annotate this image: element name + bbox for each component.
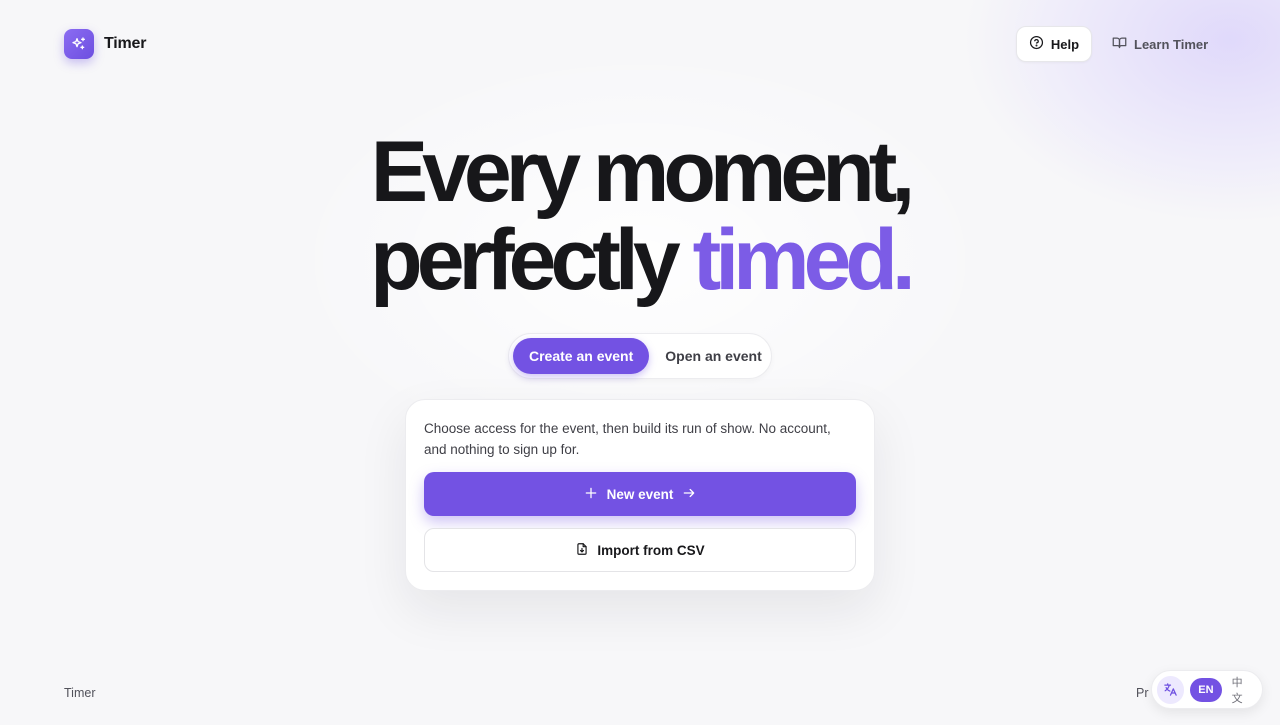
hero-heading: Every moment, perfectly timed. <box>0 128 1280 304</box>
footer-link[interactable]: Pr <box>1136 686 1149 700</box>
tab-create-event[interactable]: Create an event <box>513 338 650 374</box>
create-event-card: Choose access for the event, then build … <box>405 399 875 591</box>
help-button[interactable]: Help <box>1016 26 1092 62</box>
learn-timer-button[interactable]: Learn Timer <box>1102 26 1218 62</box>
mode-tabs: Create an event Open an event <box>508 333 772 379</box>
language-switcher: EN 中文 <box>1151 670 1263 709</box>
logo-link[interactable]: Timer <box>64 29 146 59</box>
help-circle-icon <box>1029 35 1044 53</box>
footer-brand: Timer <box>64 686 96 700</box>
help-label: Help <box>1050 36 1080 52</box>
new-event-label: New event <box>606 486 674 502</box>
card-description: Choose access for the event, then build … <box>424 421 831 457</box>
tab-open-event[interactable]: Open an event <box>649 338 777 374</box>
book-open-icon <box>1112 35 1127 53</box>
sparkles-icon <box>64 29 94 59</box>
hero-line-1: Every moment, <box>370 124 916 220</box>
language-option-en[interactable]: EN <box>1190 677 1222 702</box>
arrow-right-icon <box>682 486 696 503</box>
hero-accent-word: timed. <box>692 212 916 308</box>
file-import-icon <box>575 542 589 559</box>
import-csv-label: Import from CSV <box>597 542 705 558</box>
app-name: Timer <box>104 35 147 52</box>
new-event-button[interactable]: New event <box>424 472 856 516</box>
import-csv-button[interactable]: Import from CSV <box>424 528 856 572</box>
learn-timer-label: Learn Timer <box>1134 36 1209 52</box>
translate-icon <box>1157 675 1185 704</box>
hero-line-2: perfectly <box>370 212 693 308</box>
plus-icon <box>584 486 598 503</box>
language-option-zh[interactable]: 中文 <box>1228 674 1257 706</box>
